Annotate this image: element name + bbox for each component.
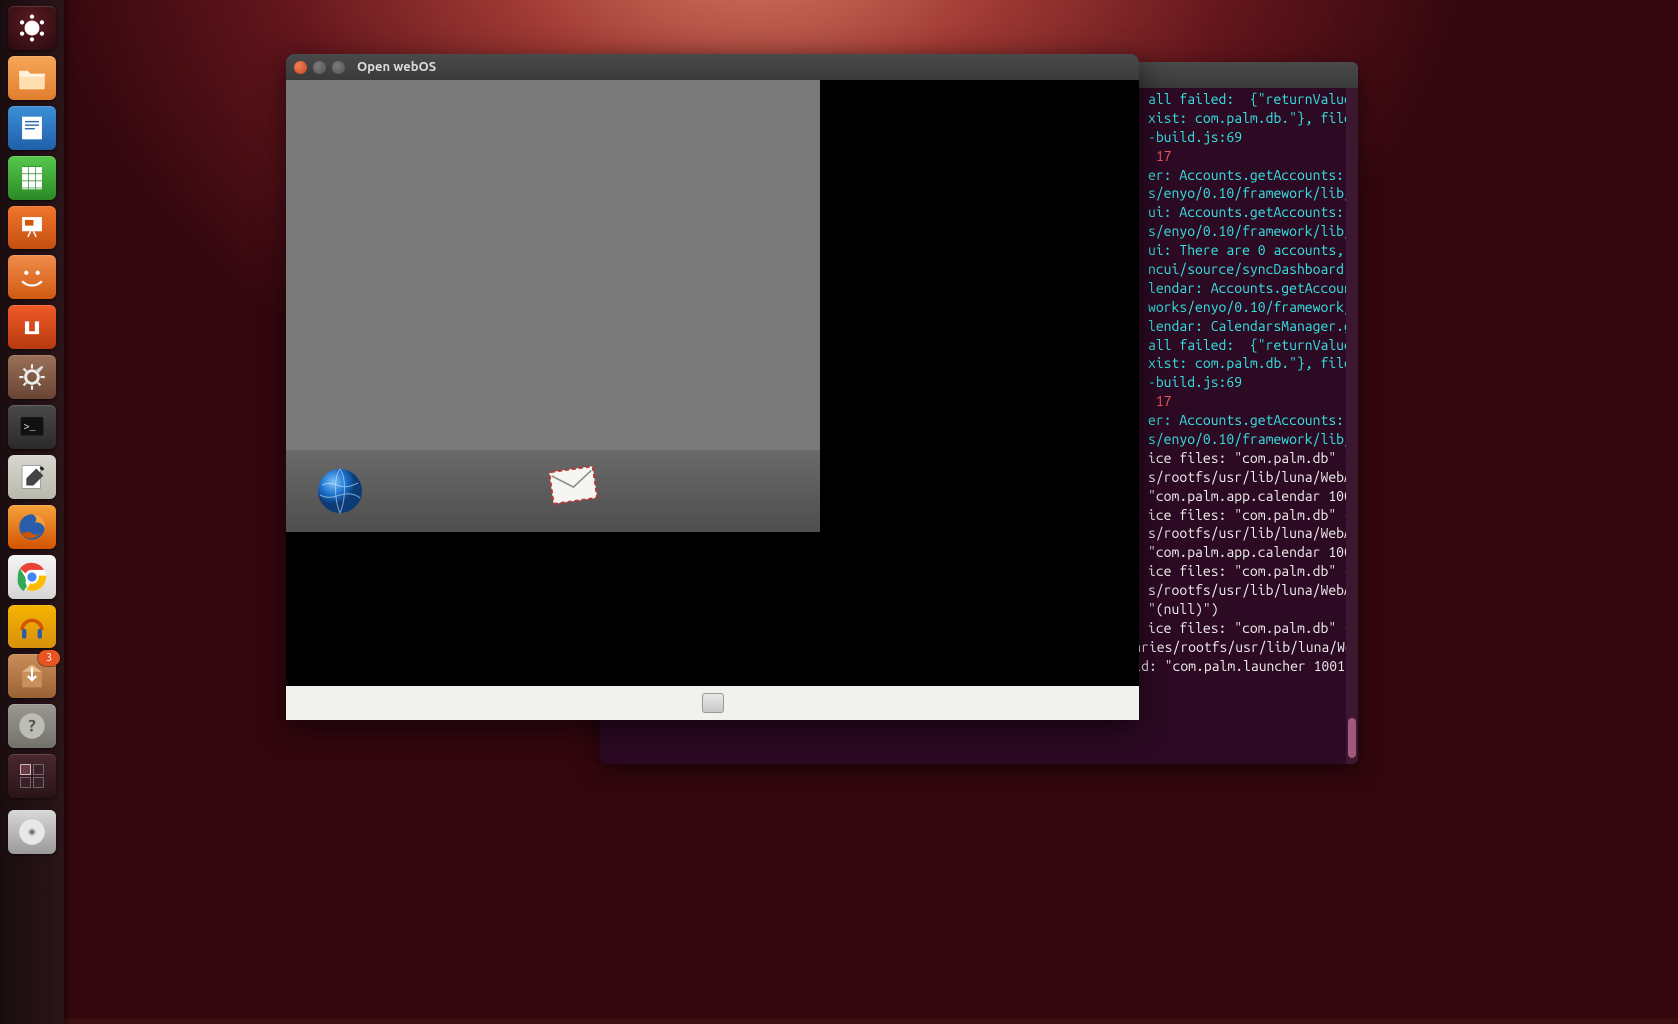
openwebos-window[interactable]: Open webOS: [286, 54, 1139, 720]
workspace-switcher[interactable]: [8, 754, 56, 798]
home-button[interactable]: [702, 693, 724, 713]
writer-launcher[interactable]: [8, 106, 56, 150]
terminal-scrollbar-thumb[interactable]: [1348, 718, 1356, 758]
unity-launcher: >_ 3 ?: [0, 0, 64, 1024]
firefox-launcher[interactable]: [8, 505, 56, 549]
impress-launcher[interactable]: [8, 206, 56, 250]
help-launcher[interactable]: ?: [8, 704, 56, 748]
svg-text:?: ?: [28, 717, 36, 736]
chrome-launcher[interactable]: [8, 555, 56, 599]
email-icon[interactable]: [547, 464, 601, 518]
openwebos-title: Open webOS: [357, 60, 436, 74]
update-count-badge: 3: [38, 650, 60, 666]
ubuntu-one-launcher[interactable]: [8, 305, 56, 349]
maximize-icon[interactable]: [332, 61, 345, 74]
openwebos-gesture-bar: [286, 686, 1139, 720]
close-icon[interactable]: [294, 61, 307, 74]
settings-launcher[interactable]: [8, 355, 56, 399]
software-updater-launcher[interactable]: 3: [8, 654, 56, 698]
dock-overflow-icon[interactable]: [784, 467, 790, 515]
disc-launcher[interactable]: [8, 810, 56, 854]
files-launcher[interactable]: [8, 56, 56, 100]
text-editor-launcher[interactable]: [8, 455, 56, 499]
minimize-icon[interactable]: [313, 61, 326, 74]
openwebos-card-area[interactable]: [286, 80, 820, 450]
openwebos-dock: [286, 450, 820, 532]
openwebos-body: [286, 80, 1139, 720]
calc-launcher[interactable]: [8, 156, 56, 200]
svg-text:>_: >_: [24, 422, 36, 433]
terminal-scrollbar-track[interactable]: [1346, 88, 1358, 764]
dash-button[interactable]: [8, 6, 56, 50]
audacity-launcher[interactable]: [8, 605, 56, 649]
amazon-launcher[interactable]: [8, 255, 56, 299]
openwebos-titlebar[interactable]: Open webOS: [286, 54, 1139, 80]
terminal-launcher[interactable]: >_: [8, 405, 56, 449]
browser-icon[interactable]: [316, 467, 364, 515]
